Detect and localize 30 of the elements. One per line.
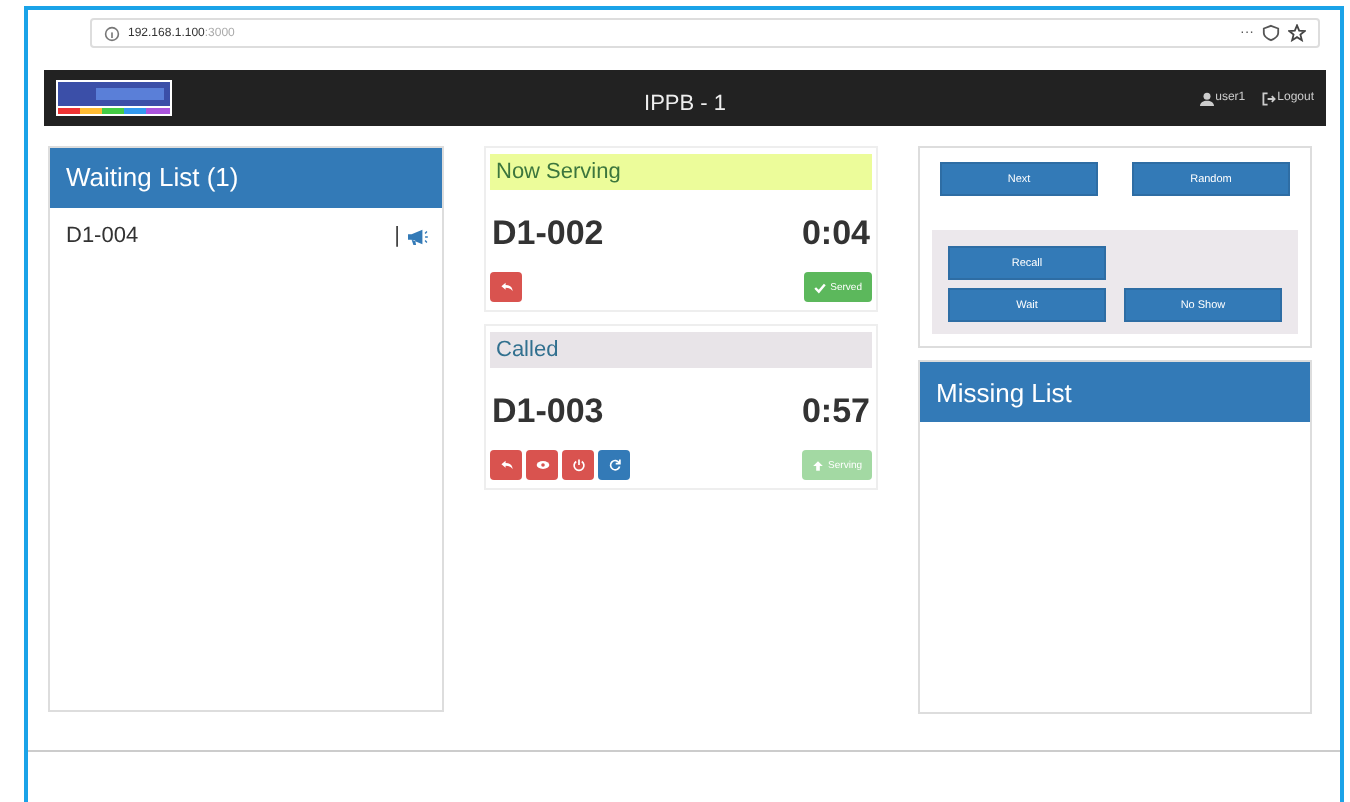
elapsed-time: 0:57 xyxy=(801,392,870,432)
ticket-number[interactable]: D1-004 xyxy=(66,224,139,248)
check-icon xyxy=(814,281,827,293)
ticket-number: D1-002 xyxy=(492,214,604,254)
panel-title: Waiting List (1) xyxy=(66,162,239,192)
card-title: Now Serving xyxy=(496,160,621,184)
eye-icon xyxy=(535,458,549,472)
megaphone-icon[interactable] xyxy=(406,227,428,245)
power-button[interactable] xyxy=(562,450,594,480)
shield-icon[interactable] xyxy=(1262,24,1280,42)
logo-icon[interactable] xyxy=(56,80,172,116)
refresh-button[interactable] xyxy=(598,450,630,480)
undo-button[interactable] xyxy=(490,272,522,302)
logout-icon xyxy=(1261,91,1276,105)
separator-text: | xyxy=(394,224,400,248)
info-icon xyxy=(104,25,120,41)
undo-icon xyxy=(499,280,513,294)
up-arrow-icon xyxy=(812,459,825,471)
card-title: Called xyxy=(496,338,559,362)
undo-icon xyxy=(499,458,513,472)
elapsed-time: 0:04 xyxy=(801,214,870,254)
page-title: IPPB - 1 xyxy=(644,92,726,116)
view-button[interactable] xyxy=(526,450,558,480)
refresh-icon xyxy=(607,458,621,472)
undo-button[interactable] xyxy=(490,450,522,480)
panel-title: Missing List xyxy=(936,378,1072,408)
user-icon xyxy=(1199,91,1214,105)
star-icon[interactable] xyxy=(1288,24,1306,42)
ticket-number: D1-003 xyxy=(492,392,604,432)
power-icon xyxy=(571,458,585,472)
